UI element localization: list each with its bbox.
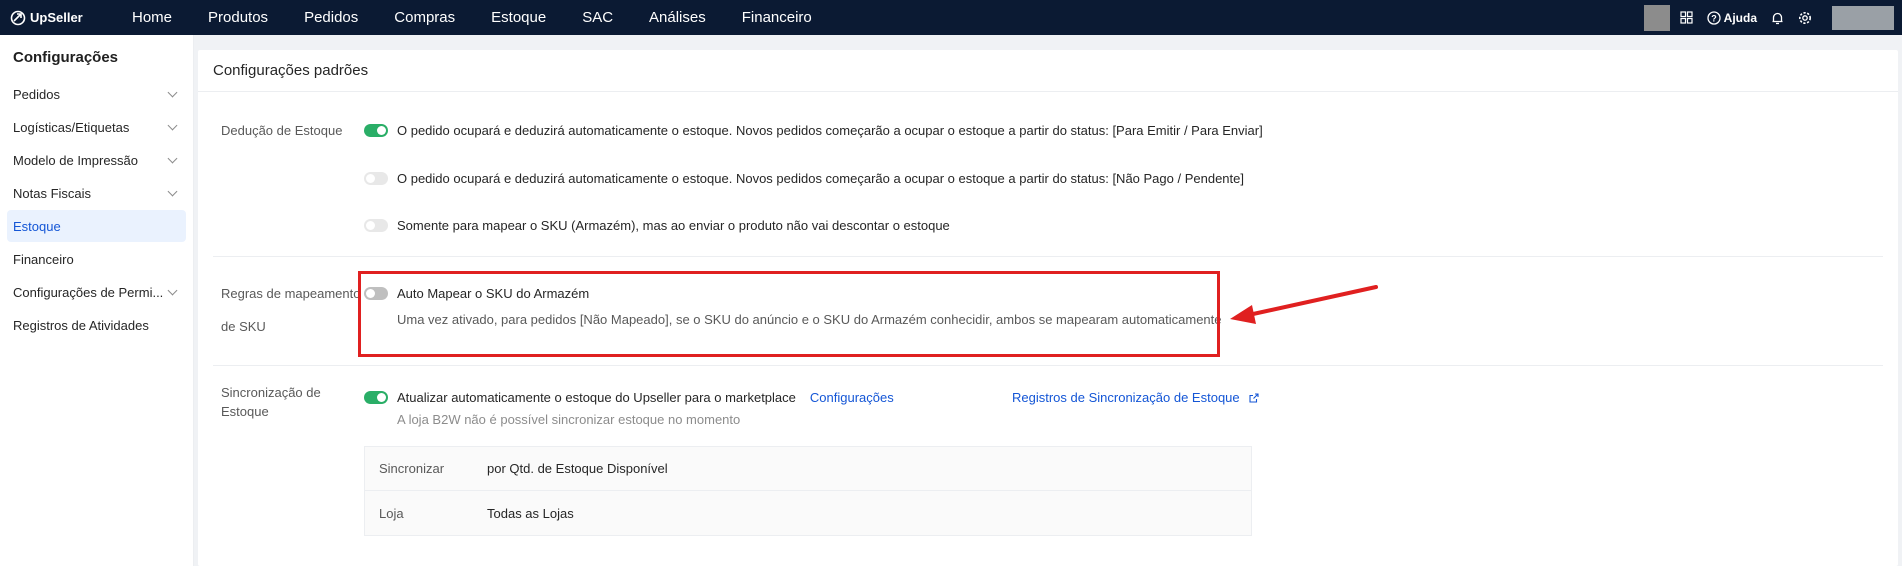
nav-compras[interactable]: Compras (394, 9, 455, 26)
sync-records-link[interactable]: Registros de Sincronização de Estoque (1012, 390, 1259, 405)
configuracoes-link[interactable]: Configurações (810, 390, 894, 405)
sidebar-item-label: Pedidos (13, 86, 60, 102)
sidebar-item-permissoes[interactable]: Configurações de Permi... (7, 276, 186, 308)
regras-label-line2: de SKU (221, 319, 266, 334)
bell-icon[interactable] (1771, 11, 1784, 25)
sync-option[interactable]: Atualizar automaticamente o estoque do U… (364, 390, 894, 405)
help-icon: ? (1707, 10, 1721, 25)
nav-financeiro[interactable]: Financeiro (742, 9, 812, 26)
gear-icon[interactable] (1798, 11, 1812, 25)
table-key: Loja (379, 505, 404, 521)
sidebar-item-label: Configurações de Permi... (13, 284, 164, 300)
user-avatar[interactable] (1832, 5, 1894, 30)
sync-label: Sincronização de Estoque (221, 383, 321, 421)
nav-home[interactable]: Home (132, 9, 172, 26)
sync-warning: A loja B2W não é possível sincronizar es… (397, 412, 741, 427)
upseller-logo-icon (10, 10, 26, 25)
account-placeholder[interactable] (1643, 4, 1670, 31)
main-nav: Home Produtos Pedidos Compras Estoque SA… (132, 9, 848, 26)
deducao-label: Dedução de Estoque (221, 123, 343, 138)
table-value: por Qtd. de Estoque Disponível (487, 461, 668, 476)
sidebar-item-label: Modelo de Impressão (13, 152, 139, 168)
table-key: Sincronizar (379, 461, 445, 476)
section-divider (213, 256, 1883, 257)
sidebar-item-estoque[interactable]: Estoque (7, 210, 186, 242)
sync-settings-table: Sincronizar por Qtd. de Estoque Disponív… (364, 446, 1252, 536)
apps-grid-icon[interactable] (1680, 11, 1693, 24)
sync-toggle-label: Atualizar automaticamente o estoque do U… (397, 390, 796, 405)
sync-label-line1: Sincronização de (221, 385, 321, 400)
table-row: Loja Todas as Lojas (365, 491, 1251, 535)
deducao-option-1[interactable]: O pedido ocupará e deduzirá automaticame… (364, 123, 1263, 138)
highlight-box (358, 271, 1220, 357)
external-link-icon (1249, 393, 1259, 403)
deducao-option-text: Somente para mapear o SKU (Armazém), mas… (397, 218, 950, 233)
table-value: Todas as Lojas (487, 505, 574, 521)
section-divider (213, 365, 1883, 366)
sidebar-item-pedidos[interactable]: Pedidos (7, 78, 186, 110)
sidebar-item-notas-fiscais[interactable]: Notas Fiscais (7, 177, 186, 209)
chevron-down-icon (167, 87, 178, 97)
sidebar-item-label: Registros de Atividades (13, 317, 149, 333)
sidebar-item-label: Notas Fiscais (13, 185, 92, 201)
sidebar-item-logisticas[interactable]: Logísticas/Etiquetas (7, 111, 186, 143)
svg-text:?: ? (1711, 13, 1717, 23)
annotation-arrow (1230, 285, 1378, 324)
nav-produtos[interactable]: Produtos (208, 9, 268, 26)
deducao-toggle-1[interactable] (364, 124, 388, 137)
nav-sac[interactable]: SAC (582, 9, 613, 26)
sync-toggle[interactable] (364, 391, 388, 404)
sidebar-item-label: Logísticas/Etiquetas (13, 119, 130, 135)
chevron-down-icon (167, 186, 178, 196)
top-navigation-bar: UpSeller Home Produtos Pedidos Compras E… (0, 0, 1902, 35)
settings-sidebar: Configurações Pedidos Logísticas/Etiquet… (0, 35, 194, 566)
table-row: Sincronizar por Qtd. de Estoque Disponív… (365, 447, 1251, 491)
deducao-option-text: O pedido ocupará e deduzirá automaticame… (397, 123, 1263, 138)
nav-estoque[interactable]: Estoque (491, 9, 546, 26)
sidebar-item-modelo-impressao[interactable]: Modelo de Impressão (7, 144, 186, 176)
nav-analises[interactable]: Análises (649, 9, 706, 26)
sync-label-line2: Estoque (221, 404, 269, 419)
brand-logo[interactable]: UpSeller (10, 10, 110, 26)
sidebar-item-registros-atividades[interactable]: Registros de Atividades (7, 309, 186, 341)
help-button[interactable]: ? Ajuda (1707, 11, 1757, 25)
deducao-toggle-3[interactable] (364, 219, 388, 232)
nav-pedidos[interactable]: Pedidos (304, 9, 358, 26)
sidebar-item-financeiro[interactable]: Financeiro (7, 243, 186, 275)
sidebar-item-label: Estoque (13, 218, 61, 234)
chevron-down-icon (167, 285, 178, 295)
brand-name: UpSeller (30, 10, 83, 25)
chevron-down-icon (167, 153, 178, 163)
page-title: Configurações padrões (198, 50, 1898, 92)
sync-records-label: Registros de Sincronização de Estoque (1012, 390, 1240, 405)
deducao-option-3[interactable]: Somente para mapear o SKU (Armazém), mas… (364, 218, 950, 233)
sidebar-title: Configurações (13, 49, 119, 66)
settings-panel: Configurações padrões Dedução de Estoque… (198, 50, 1898, 566)
regras-label: Regras de mapeamento de SKU (221, 277, 360, 343)
topbar-actions: ? Ajuda (1643, 0, 1902, 35)
deducao-option-2[interactable]: O pedido ocupará e deduzirá automaticame… (364, 171, 1244, 186)
chevron-down-icon (167, 120, 178, 130)
deducao-option-text: O pedido ocupará e deduzirá automaticame… (397, 171, 1244, 186)
deducao-toggle-2[interactable] (364, 172, 388, 185)
regras-label-line1: Regras de mapeamento (221, 286, 361, 301)
sidebar-item-label: Financeiro (13, 251, 74, 267)
help-label: Ajuda (1723, 10, 1757, 25)
